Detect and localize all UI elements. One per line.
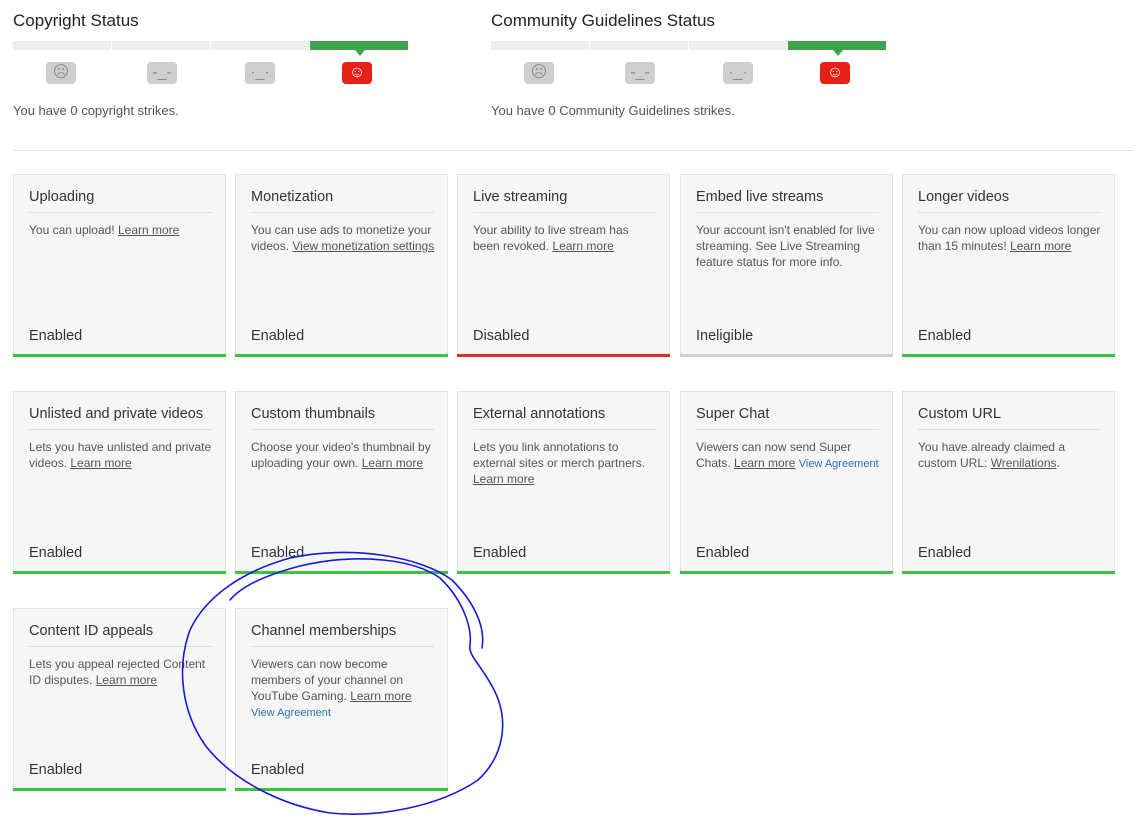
status-bar-enabled xyxy=(680,571,893,574)
status-bar-enabled xyxy=(235,571,448,574)
status-bar-enabled xyxy=(902,571,1115,574)
status-bar-enabled xyxy=(13,571,226,574)
meh-icon: -_- xyxy=(625,62,655,84)
card-title: Channel memberships xyxy=(251,623,434,647)
strike-bar-segment-active xyxy=(788,41,886,56)
card-description: You can upload! Learn more xyxy=(29,222,214,238)
card-title: Monetization xyxy=(251,189,434,213)
feature-card-uploading: Uploading You can upload! Learn more Ena… xyxy=(13,174,226,357)
card-title: Embed live streams xyxy=(696,189,879,213)
view-agreement-link[interactable]: View Agreement xyxy=(251,707,331,719)
status-bar-enabled xyxy=(457,571,670,574)
card-status: Enabled xyxy=(918,545,972,561)
card-title: Custom URL xyxy=(918,406,1101,430)
card-description: You can now upload videos longer than 15… xyxy=(918,222,1103,254)
copyright-status-title: Copyright Status xyxy=(13,11,139,30)
feature-card-channel-memberships: Channel memberships Viewers can now beco… xyxy=(235,608,448,791)
feature-card-longer-videos: Longer videos You can now upload videos … xyxy=(902,174,1115,357)
feature-card-custom-url: Custom URL You have already claimed a cu… xyxy=(902,391,1115,574)
card-title: Uploading xyxy=(29,189,212,213)
status-bar-enabled xyxy=(902,354,1115,357)
copyright-strike-text: You have 0 copyright strikes. xyxy=(13,103,179,118)
community-strike-text: You have 0 Community Guidelines strikes. xyxy=(491,103,735,118)
copyright-strike-bar xyxy=(13,41,410,56)
card-status: Enabled xyxy=(251,328,305,344)
card-description: Viewers can now become members of your c… xyxy=(251,656,436,721)
card-title: Custom thumbnails xyxy=(251,406,434,430)
feature-card-external-annotations: External annotations Lets you link annot… xyxy=(457,391,670,574)
learn-more-link[interactable]: Learn more xyxy=(118,223,179,237)
card-status: Enabled xyxy=(29,545,83,561)
feature-card-content-id-appeals: Content ID appeals Lets you appeal rejec… xyxy=(13,608,226,791)
card-description: Lets you appeal rejected Content ID disp… xyxy=(29,656,214,688)
card-status: Enabled xyxy=(696,545,750,561)
card-title: Super Chat xyxy=(696,406,879,430)
strike-bar-segment xyxy=(211,41,309,50)
card-status: Enabled xyxy=(29,762,83,778)
view-monetization-settings-link[interactable]: View monetization settings xyxy=(292,239,434,253)
frown-icon: ☹ xyxy=(46,62,76,84)
community-strike-bar xyxy=(491,41,888,56)
frown-icon: ☹ xyxy=(524,62,554,84)
status-bar-enabled xyxy=(13,788,226,791)
learn-more-link[interactable]: Learn more xyxy=(1010,239,1071,253)
card-status: Ineligible xyxy=(696,328,754,344)
card-description: Choose your video's thumbnail by uploadi… xyxy=(251,439,436,471)
card-title: External annotations xyxy=(473,406,656,430)
card-status: Enabled xyxy=(918,328,972,344)
card-description: Viewers can now send Super Chats. Learn … xyxy=(696,439,881,472)
status-bar-disabled xyxy=(457,354,670,357)
card-status: Enabled xyxy=(251,545,305,561)
smile-icon: ☺ xyxy=(342,62,372,84)
feature-card-custom-thumbnails: Custom thumbnails Choose your video's th… xyxy=(235,391,448,574)
community-status-title: Community Guidelines Status xyxy=(491,11,715,30)
strike-bar-segment xyxy=(590,41,688,50)
learn-more-link[interactable]: Learn more xyxy=(70,456,131,470)
section-divider xyxy=(13,150,1133,151)
learn-more-link[interactable]: Learn more xyxy=(552,239,613,253)
neutral-icon: ·_· xyxy=(245,62,275,84)
status-bar-ineligible xyxy=(680,354,893,357)
status-bar-enabled xyxy=(235,788,448,791)
learn-more-link[interactable]: Learn more xyxy=(734,456,795,470)
card-description: You can use ads to monetize your videos.… xyxy=(251,222,436,254)
card-title: Longer videos xyxy=(918,189,1101,213)
feature-card-embed-live-streams: Embed live streams Your account isn't en… xyxy=(680,174,893,357)
learn-more-link[interactable]: Learn more xyxy=(362,456,423,470)
view-agreement-link[interactable]: View Agreement xyxy=(799,458,879,470)
card-status: Enabled xyxy=(251,762,305,778)
learn-more-link[interactable]: Learn more xyxy=(96,673,157,687)
status-bar-enabled xyxy=(235,354,448,357)
status-bar-enabled xyxy=(13,354,226,357)
card-description: Your account isn't enabled for live stre… xyxy=(696,223,875,269)
card-description: Lets you link annotations to external si… xyxy=(473,439,658,487)
card-description: Your ability to live stream has been rev… xyxy=(473,222,658,254)
strike-bar-segment xyxy=(491,41,589,50)
meh-icon: -_- xyxy=(147,62,177,84)
strike-bar-segment xyxy=(13,41,111,50)
feature-card-super-chat: Super Chat Viewers can now send Super Ch… xyxy=(680,391,893,574)
card-description: Lets you have unlisted and private video… xyxy=(29,439,214,471)
feature-card-monetization: Monetization You can use ads to monetize… xyxy=(235,174,448,357)
neutral-icon: ·_· xyxy=(723,62,753,84)
card-text: You can upload! xyxy=(29,223,118,237)
card-status: Enabled xyxy=(473,545,527,561)
strike-bar-segment-active xyxy=(310,41,408,56)
smile-icon: ☺ xyxy=(820,62,850,84)
card-title: Unlisted and private videos xyxy=(29,406,212,430)
feature-card-live-streaming: Live streaming Your ability to live stre… xyxy=(457,174,670,357)
card-status: Enabled xyxy=(29,328,83,344)
learn-more-link[interactable]: Learn more xyxy=(473,472,534,486)
card-description: You have already claimed a custom URL: W… xyxy=(918,439,1103,471)
card-title: Content ID appeals xyxy=(29,623,212,647)
card-text: Lets you link annotations to external si… xyxy=(473,440,646,470)
card-title: Live streaming xyxy=(473,189,656,213)
learn-more-link[interactable]: Learn more xyxy=(350,689,411,703)
feature-card-unlisted-private: Unlisted and private videos Lets you hav… xyxy=(13,391,226,574)
card-text-suffix: . xyxy=(1056,456,1060,470)
custom-url-link[interactable]: Wrenilations xyxy=(991,456,1057,470)
strike-bar-segment xyxy=(689,41,787,50)
strike-bar-segment xyxy=(112,41,210,50)
card-status: Disabled xyxy=(473,328,530,344)
